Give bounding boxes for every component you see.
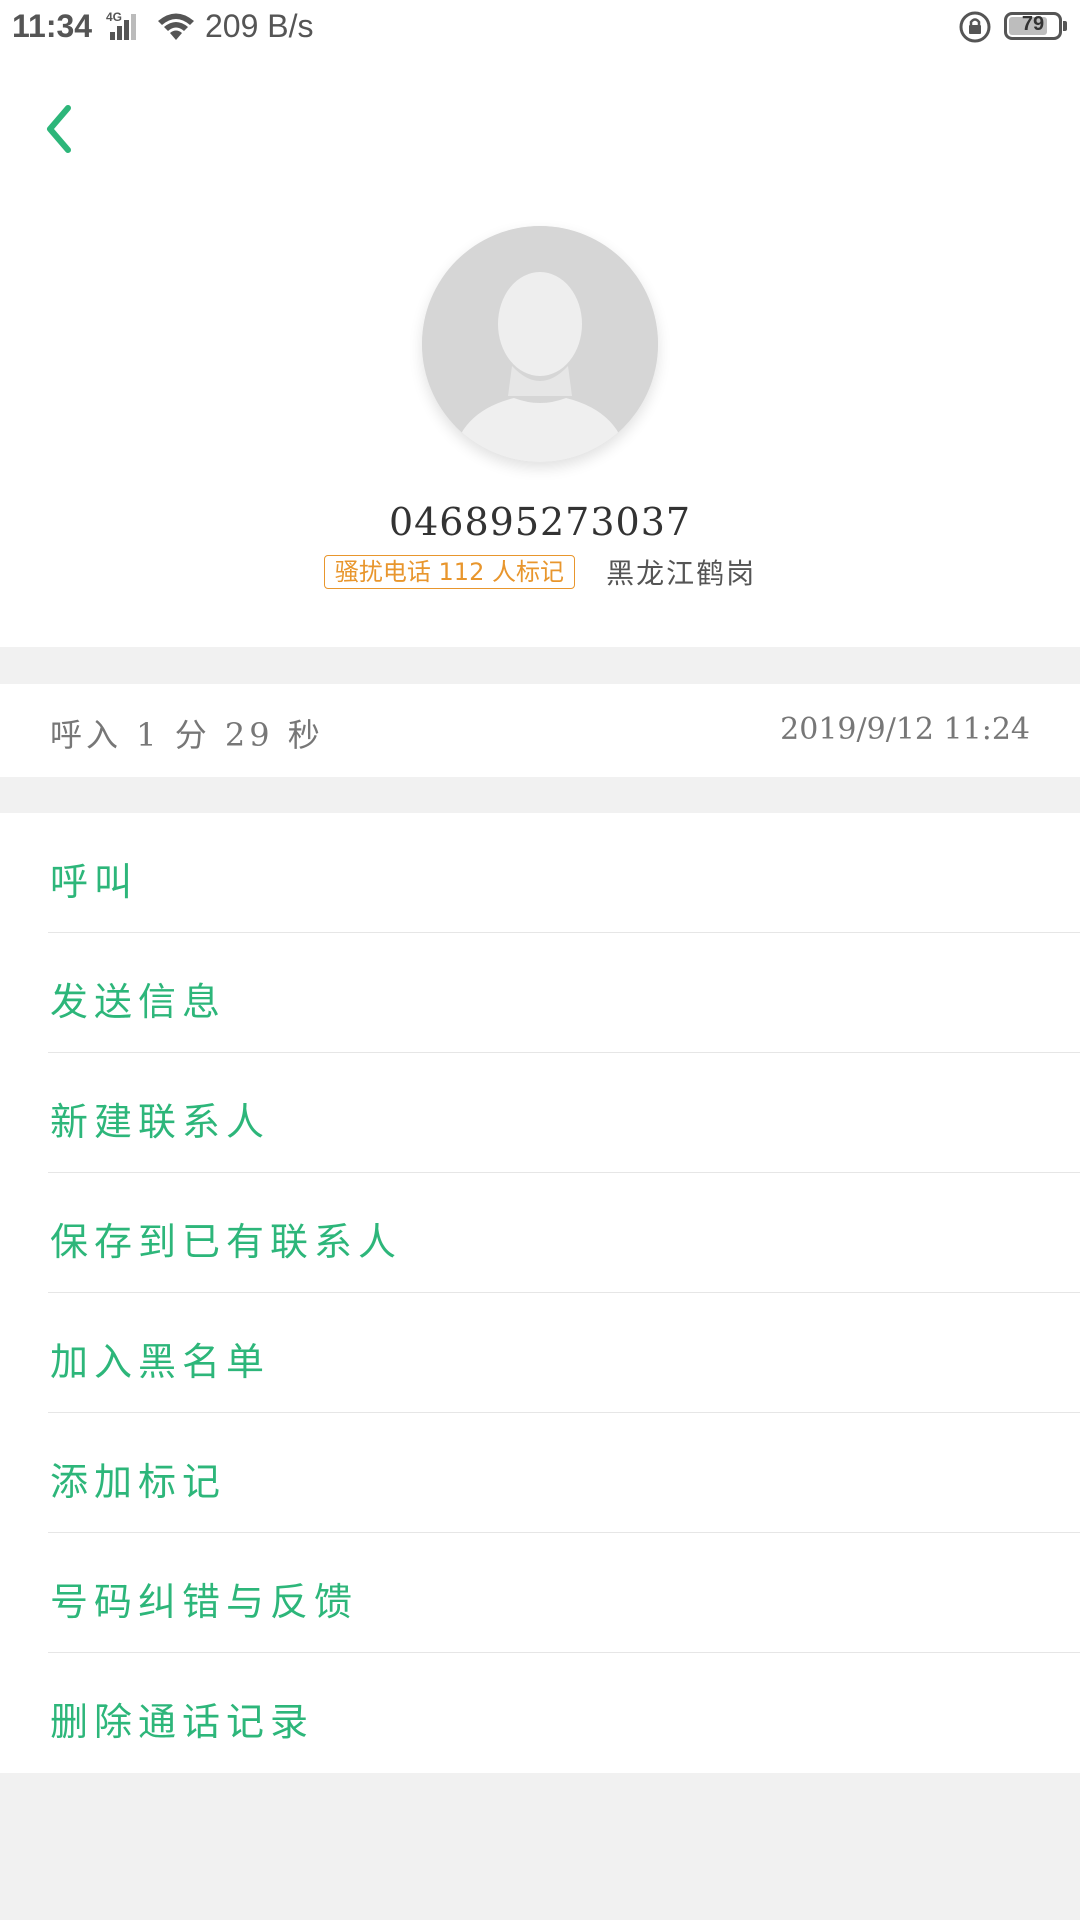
call-datetime: 2019/9/12 11:24 xyxy=(780,712,1030,747)
action-label: 保存到已有联系人 xyxy=(50,1220,403,1264)
contact-header: 046895273037 骚扰电话 112 人标记 黑龙江鹤岗 xyxy=(0,54,1080,647)
send-message-button[interactable]: 发送信息 xyxy=(0,933,1080,1053)
add-tag-button[interactable]: 添加标记 xyxy=(0,1413,1080,1533)
cellular-signal-icon: 4G xyxy=(104,10,144,42)
add-to-blacklist-button[interactable]: 加入黑名单 xyxy=(0,1293,1080,1413)
avatar xyxy=(422,226,658,462)
battery-icon: 79 xyxy=(1004,12,1067,40)
status-time: 11:34 xyxy=(12,8,93,44)
rotation-lock-icon xyxy=(958,10,992,44)
delete-call-log-button[interactable]: 删除通话记录 xyxy=(0,1653,1080,1773)
action-label: 新建联系人 xyxy=(50,1100,271,1144)
call-detail-screen: 11:34 4G 209 B/s 79 046895273037 骚扰电话 11… xyxy=(0,0,1080,1920)
back-button[interactable] xyxy=(30,94,90,164)
wifi-icon xyxy=(156,10,196,42)
save-to-existing-contact-button[interactable]: 保存到已有联系人 xyxy=(0,1173,1080,1293)
location-label: 黑龙江鹤岗 xyxy=(606,557,757,590)
action-label: 删除通话记录 xyxy=(50,1700,315,1744)
call-record: 呼入 1 分 29 秒 2019/9/12 11:24 xyxy=(0,684,1080,777)
person-silhouette-icon xyxy=(422,226,658,462)
call-description: 呼入 1 分 29 秒 xyxy=(50,716,324,754)
action-label: 发送信息 xyxy=(50,980,227,1024)
action-list: 呼叫 发送信息 新建联系人 保存到已有联系人 加入黑名单 添加标记 号码纠错与反… xyxy=(0,813,1080,1773)
action-label: 加入黑名单 xyxy=(50,1340,271,1384)
battery-percent: 79 xyxy=(1021,13,1045,35)
action-label: 添加标记 xyxy=(50,1460,227,1504)
action-label: 号码纠错与反馈 xyxy=(50,1580,359,1624)
number-feedback-button[interactable]: 号码纠错与反馈 xyxy=(0,1533,1080,1653)
status-bar: 11:34 4G 209 B/s 79 xyxy=(0,0,1080,54)
call-button[interactable]: 呼叫 xyxy=(0,813,1080,933)
new-contact-button[interactable]: 新建联系人 xyxy=(0,1053,1080,1173)
action-label: 呼叫 xyxy=(50,860,139,904)
chevron-left-icon xyxy=(47,105,71,153)
network-speed: 209 B/s xyxy=(205,8,314,44)
spam-badge: 骚扰电话 112 人标记 xyxy=(323,555,575,589)
phone-number: 046895273037 xyxy=(388,500,692,544)
number-info: 骚扰电话 112 人标记 黑龙江鹤岗 xyxy=(0,552,1080,592)
